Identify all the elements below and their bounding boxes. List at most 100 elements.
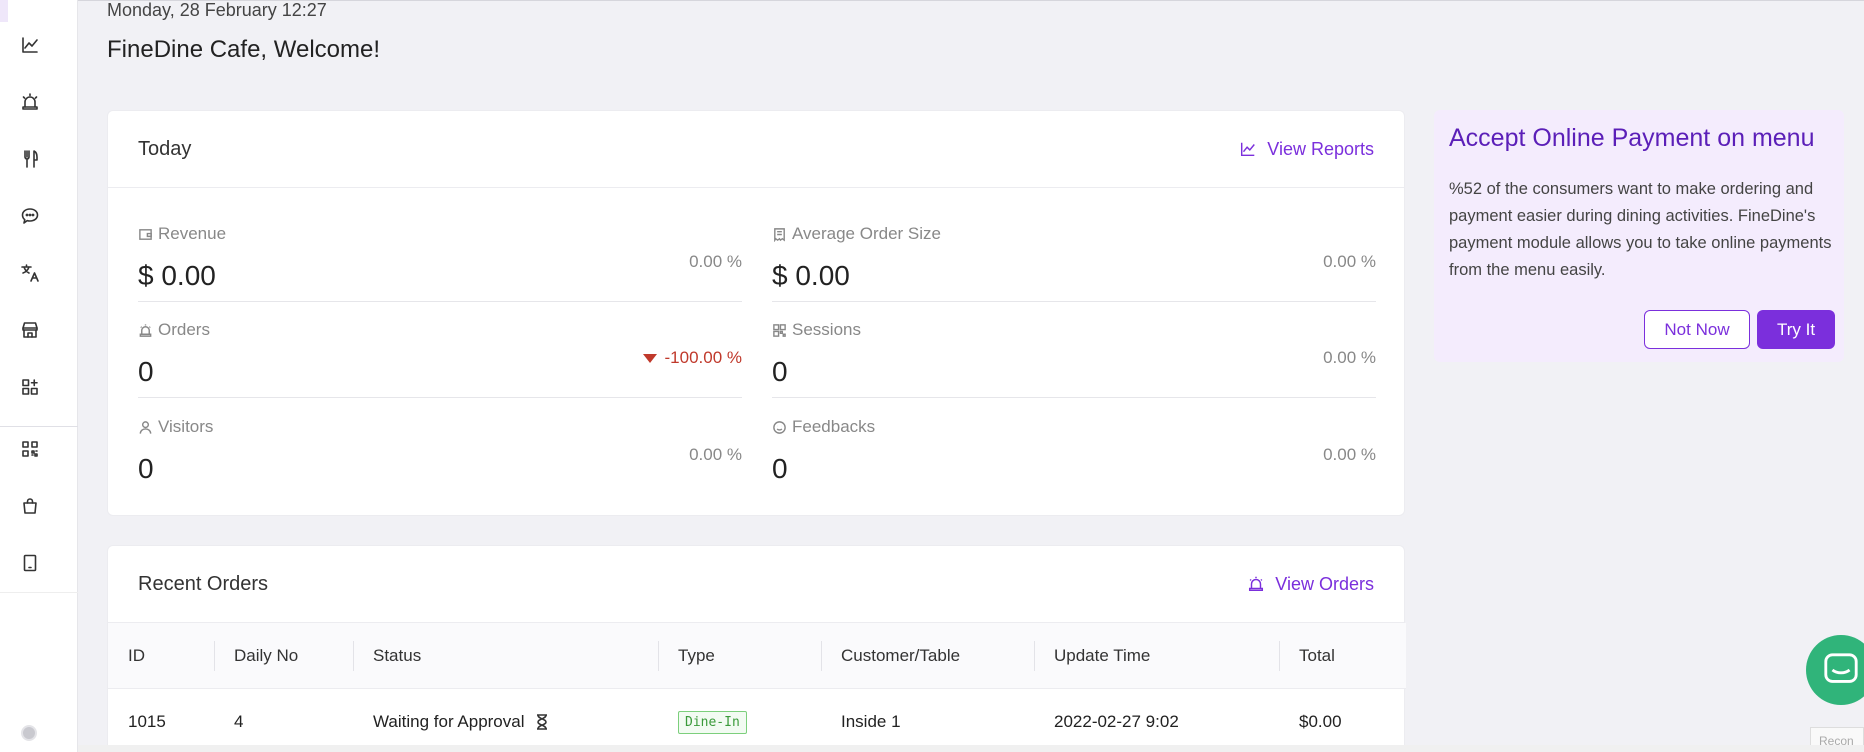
stat-revenue: Revenue $ 0.00 0.00 % [138,206,742,302]
sidebar-item-feedback[interactable] [15,201,45,231]
tablet-icon [23,554,37,572]
column-header-id[interactable]: ID [128,623,145,689]
sidebar-divider-bottom [0,592,78,593]
store-icon [22,322,38,338]
trend-down-icon [642,353,657,363]
sidebar-item-menu[interactable] [15,144,45,174]
sidebar-item-integrations[interactable] [15,372,45,402]
recent-orders-title: Recent Orders [138,572,269,595]
column-header-total[interactable]: Total [1299,623,1335,689]
column-header-update-time[interactable]: Update Time [1054,623,1150,689]
receipt-icon [774,227,785,242]
today-card: Today View Reports Revenue $ 0.00 0.00 %… [107,110,1405,516]
shopping-bag-icon [23,498,37,514]
order-type: Dine-In [678,689,747,752]
stat-label: Orders [138,320,210,340]
stat-percent: -100.00 % [642,348,743,368]
qr-code-icon [22,441,38,457]
stat-average-order-size: Average Order Size $ 0.00 0.00 % [772,206,1376,302]
try-it-button[interactable]: Try It [1757,310,1835,349]
stat-percent-text: -100.00 % [664,348,743,367]
stat-percent: 0.00 % [689,252,742,271]
view-reports-label: View Reports [1267,138,1374,159]
chart-line-icon [1241,142,1256,157]
not-now-button[interactable]: Not Now [1644,310,1750,349]
sidebar-item-shop[interactable] [15,491,45,521]
stat-label-text: Orders [158,320,210,339]
order-type-badge: Dine-In [678,710,747,734]
sidebar-item-store[interactable] [15,315,45,345]
brand-strip [0,0,8,22]
sidebar-item-translations[interactable] [15,258,45,288]
stat-sessions: Sessions 0 0.00 % [772,302,1376,398]
stat-value: $ 0.00 [138,260,216,291]
sidebar-item-reports[interactable] [15,30,45,60]
column-separator [821,641,822,671]
online-payment-promo: Accept Online Payment on menu %52 of the… [1434,110,1844,362]
horizontal-scrollbar[interactable] [78,745,1864,752]
today-card-header: Today View Reports [108,111,1404,188]
recent-orders-header: Recent Orders View Orders [108,546,1404,623]
column-header-status[interactable]: Status [373,623,421,689]
view-reports-link[interactable]: View Reports [1239,139,1374,160]
stat-label: Sessions [772,320,861,340]
utensils-icon [24,150,38,168]
user-icon [139,420,152,434]
stat-percent: 0.00 % [1323,348,1376,367]
qr-code-icon [773,323,786,337]
apps-add-icon [22,379,38,395]
stat-label-text: Average Order Size [792,224,941,243]
stat-percent: 0.00 % [1323,445,1376,464]
status-dot[interactable] [21,725,37,741]
order-id: 1015 [128,712,166,731]
promo-title: Accept Online Payment on menu [1449,124,1815,152]
sidebar-item-devices[interactable] [15,548,45,578]
column-header-type[interactable]: Type [678,623,715,689]
stat-label-text: Revenue [158,224,227,243]
smile-icon [773,420,786,434]
stat-label-text: Feedbacks [792,417,876,436]
column-header-daily-no[interactable]: Daily No [234,623,298,689]
alarm-icon [1249,576,1264,592]
column-separator [1034,641,1035,671]
sidebar [0,0,78,752]
stat-label-text: Visitors [158,417,214,436]
stat-value: $ 0.00 [772,260,850,291]
table-row[interactable]: 1015 4 Waiting for Approval Dine-In Insi… [108,689,1406,752]
column-separator [353,641,354,671]
stat-label: Revenue [138,224,226,244]
welcome-title: FineDine Cafe, Welcome! [107,36,380,63]
chat-icon [21,208,39,224]
translate-icon [21,264,39,282]
order-total: $0.00 [1299,712,1342,731]
view-orders-label: View Orders [1275,573,1374,594]
alarm-icon [139,323,152,337]
recent-orders-card: Recent Orders View Orders ID Daily No St… [107,545,1406,752]
order-status-text: Waiting for Approval [373,712,525,731]
stat-label: Visitors [138,417,213,437]
column-header-customer-table[interactable]: Customer/Table [841,623,960,689]
view-orders-link[interactable]: View Orders [1247,574,1374,595]
stat-value: 0 [772,453,788,484]
column-separator [214,641,215,671]
promo-text: %52 of the consumers want to make orderi… [1449,180,1832,279]
current-date: Monday, 28 February 12:27 [107,0,327,20]
stat-label-text: Sessions [792,320,861,339]
chat-launcher-button[interactable] [1806,635,1864,705]
order-daily-no: 4 [234,712,244,731]
stat-value: 0 [138,356,154,387]
order-customer: Inside 1 [841,712,901,731]
sidebar-item-orders[interactable] [15,87,45,117]
order-status: Waiting for Approval [373,689,549,752]
stat-value: 0 [138,453,154,484]
orders-table-header: ID Daily No Status Type Customer/Table U… [108,623,1406,689]
chat-bubble-icon [1824,653,1858,683]
stat-value: 0 [772,356,788,387]
sidebar-item-qr[interactable] [15,434,45,464]
stat-percent: 0.00 % [689,445,742,464]
order-update-time: 2022-02-27 9:02 [1054,712,1179,731]
stat-percent: 0.00 % [1323,252,1376,271]
stat-feedbacks: Feedbacks 0 0.00 % [772,399,1376,495]
column-separator [658,641,659,671]
sidebar-divider [0,426,78,427]
